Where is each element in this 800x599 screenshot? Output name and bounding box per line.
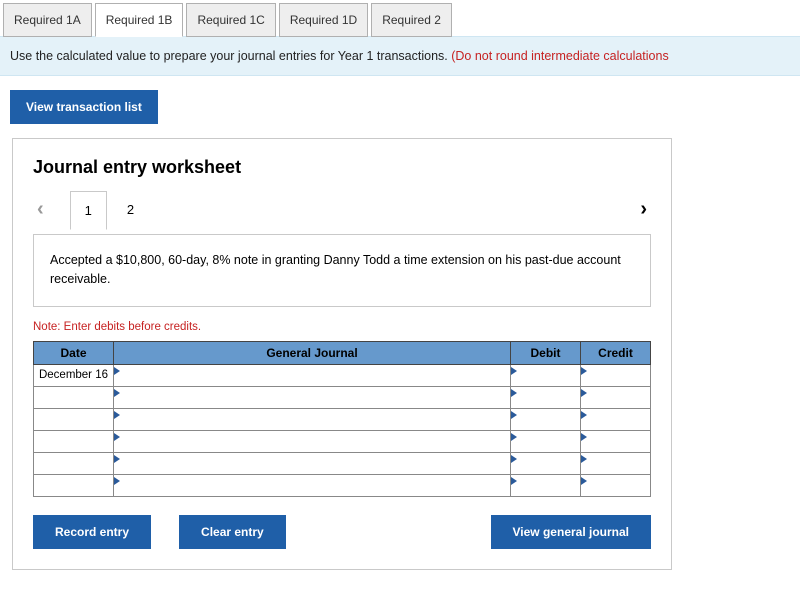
table-row: December 16 [34, 364, 651, 386]
debit-cell[interactable] [511, 430, 581, 452]
general-journal-cell[interactable] [114, 364, 511, 386]
credit-cell[interactable] [581, 386, 651, 408]
dropdown-caret-icon [581, 433, 587, 441]
worksheet-action-row: Record entry Clear entry View general jo… [33, 515, 651, 549]
date-cell[interactable] [34, 452, 114, 474]
dropdown-caret-icon [114, 411, 120, 419]
dropdown-caret-icon [114, 477, 120, 485]
debit-cell[interactable] [511, 408, 581, 430]
step-tab-2[interactable]: 2 [117, 191, 144, 228]
dropdown-caret-icon [511, 433, 517, 441]
journal-entry-worksheet: Journal entry worksheet ‹ 12 › Accepted … [12, 138, 672, 570]
chevron-right-icon[interactable]: › [636, 198, 651, 221]
col-header-debit: Debit [511, 341, 581, 364]
dropdown-caret-icon [511, 389, 517, 397]
debit-cell[interactable] [511, 386, 581, 408]
date-cell[interactable]: December 16 [34, 364, 114, 386]
view-transaction-list-button[interactable]: View transaction list [10, 90, 158, 124]
debit-cell[interactable] [511, 452, 581, 474]
instruction-text: Use the calculated value to prepare your… [10, 49, 451, 63]
table-row [34, 386, 651, 408]
dropdown-caret-icon [511, 455, 517, 463]
date-cell[interactable] [34, 474, 114, 496]
view-general-journal-button[interactable]: View general journal [491, 515, 651, 549]
dropdown-caret-icon [114, 367, 120, 375]
credit-cell[interactable] [581, 408, 651, 430]
instruction-warning: (Do not round intermediate calculations [451, 49, 668, 63]
credit-cell[interactable] [581, 364, 651, 386]
dropdown-caret-icon [511, 411, 517, 419]
dropdown-caret-icon [114, 389, 120, 397]
tab-required-1c[interactable]: Required 1C [186, 3, 275, 37]
debit-cell[interactable] [511, 474, 581, 496]
general-journal-cell[interactable] [114, 408, 511, 430]
general-journal-cell[interactable] [114, 452, 511, 474]
dropdown-caret-icon [581, 411, 587, 419]
credit-cell[interactable] [581, 474, 651, 496]
col-header-general-journal: General Journal [114, 341, 511, 364]
main-tab-row: Required 1ARequired 1BRequired 1CRequire… [0, 0, 800, 37]
dropdown-caret-icon [114, 455, 120, 463]
dropdown-caret-icon [581, 455, 587, 463]
general-journal-cell[interactable] [114, 474, 511, 496]
record-entry-button[interactable]: Record entry [33, 515, 151, 549]
instruction-bar: Use the calculated value to prepare your… [0, 36, 800, 76]
date-cell[interactable] [34, 408, 114, 430]
worksheet-title: Journal entry worksheet [33, 157, 651, 178]
dropdown-caret-icon [511, 477, 517, 485]
clear-entry-button[interactable]: Clear entry [179, 515, 286, 549]
step-nav-row: ‹ 12 › [33, 190, 651, 229]
tab-required-2[interactable]: Required 2 [371, 3, 452, 37]
col-header-credit: Credit [581, 341, 651, 364]
general-journal-cell[interactable] [114, 430, 511, 452]
journal-entry-table: Date General Journal Debit Credit Decemb… [33, 341, 651, 497]
general-journal-cell[interactable] [114, 386, 511, 408]
table-row [34, 452, 651, 474]
dropdown-caret-icon [581, 389, 587, 397]
transaction-description: Accepted a $10,800, 60-day, 8% note in g… [33, 234, 651, 307]
dropdown-caret-icon [511, 367, 517, 375]
date-cell[interactable] [34, 430, 114, 452]
credit-cell[interactable] [581, 430, 651, 452]
tab-required-1d[interactable]: Required 1D [279, 3, 368, 37]
tab-required-1b[interactable]: Required 1B [95, 3, 184, 37]
table-row [34, 408, 651, 430]
step-tab-1[interactable]: 1 [70, 191, 107, 230]
credit-cell[interactable] [581, 452, 651, 474]
table-row [34, 474, 651, 496]
tab-required-1a[interactable]: Required 1A [3, 3, 92, 37]
debits-before-credits-note: Note: Enter debits before credits. [33, 321, 651, 333]
table-row [34, 430, 651, 452]
dropdown-caret-icon [581, 367, 587, 375]
col-header-date: Date [34, 341, 114, 364]
dropdown-caret-icon [114, 433, 120, 441]
chevron-left-icon[interactable]: ‹ [33, 198, 48, 221]
debit-cell[interactable] [511, 364, 581, 386]
date-cell[interactable] [34, 386, 114, 408]
dropdown-caret-icon [581, 477, 587, 485]
